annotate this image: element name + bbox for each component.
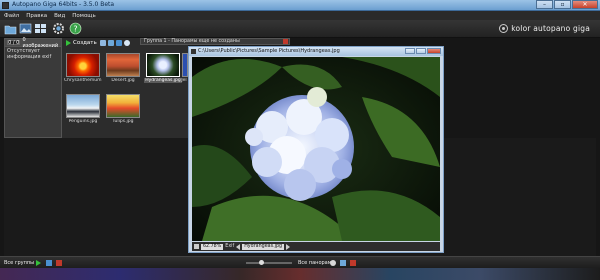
- taskbar-strip: [0, 268, 600, 280]
- brand-name: kolor autopano giga: [511, 24, 590, 33]
- thumbnail-chrysanthemum[interactable]: Chrysanthemum.jpg: [64, 51, 102, 84]
- thumbnail-image: [66, 53, 100, 77]
- group-bar: Группа 1 - Панорамы еще не созданы: [140, 38, 290, 45]
- image-counter: 0 / 0: [7, 40, 21, 46]
- thumbnail-image: [146, 53, 180, 77]
- thumbnail-tulips[interactable]: Tulips.jpg: [104, 92, 142, 125]
- all-groups-label[interactable]: Все группы: [4, 260, 34, 266]
- edit-icon[interactable]: [99, 39, 106, 46]
- grid-icon[interactable]: [34, 22, 47, 35]
- menu-edit[interactable]: Правка: [26, 13, 47, 19]
- brand: kolor autopano giga: [499, 24, 590, 33]
- window-title: Autopano Giga 64bits - 3.5.0 Beta: [12, 1, 115, 8]
- thumbnail-desert[interactable]: Desert.jpg: [104, 51, 142, 84]
- delete-panoramas-icon[interactable]: [350, 260, 356, 266]
- stop-icon[interactable]: [194, 244, 199, 249]
- window-controls: – ▫ ✕: [535, 0, 598, 10]
- image-count-label: 0 изображений: [22, 36, 59, 49]
- group-info-header: 0 / 0 0 изображений: [5, 36, 61, 49]
- viewer-statusbar: 62.78% Exif Hydrangeas.jpg: [192, 242, 440, 251]
- panorama-settings-icon[interactable]: [330, 260, 336, 266]
- thumbnail-penguins[interactable]: Penguins.jpg: [64, 92, 102, 125]
- thumbnail-partial[interactable]: Jel: [180, 51, 188, 84]
- main-toolbar: ? kolor autopano giga: [0, 20, 600, 38]
- help-icon[interactable]: ?: [69, 22, 82, 35]
- menu-bar: Файл Правка Вид Помощь: [0, 11, 600, 20]
- close-button[interactable]: ✕: [572, 0, 598, 9]
- status-bar: Все группы Все панорамы: [0, 256, 600, 268]
- group-info-panel: 0 / 0 0 изображений Отсутствует информац…: [4, 36, 62, 138]
- thumbnail-image: [66, 94, 100, 118]
- images-panel: Создать Chrysanthemum.jpg Desert.jpg Hyd…: [62, 38, 188, 138]
- file-select[interactable]: Hydrangeas.jpg: [242, 243, 285, 250]
- exif-button[interactable]: Exif: [225, 244, 234, 249]
- images-icon[interactable]: [19, 22, 32, 35]
- image-viewer-window: C:\Users\Public\Pictures\Sample Pictures…: [188, 46, 444, 253]
- thumbnail-image: [106, 53, 140, 77]
- menu-view[interactable]: Вид: [54, 13, 65, 19]
- play-icon[interactable]: [66, 39, 71, 46]
- group-close-icon[interactable]: [283, 39, 288, 44]
- svg-text:?: ?: [73, 24, 77, 33]
- settings-small-icon[interactable]: [123, 39, 130, 46]
- exif-info: Отсутствует информация exif: [7, 48, 52, 60]
- delete-groups-icon[interactable]: [56, 260, 62, 266]
- folder-open-icon[interactable]: [4, 22, 17, 35]
- thumbnail-label: Penguins.jpg: [68, 119, 98, 124]
- thumbnail-hydrangeas[interactable]: Hydrangeas.jpg: [144, 51, 182, 84]
- prev-arrow-icon[interactable]: [236, 243, 241, 250]
- viewer-close-button[interactable]: [427, 48, 441, 54]
- viewer-maximize-button[interactable]: [416, 48, 426, 54]
- grid-small-icon[interactable]: [107, 39, 114, 46]
- thumbnail-image: [106, 94, 140, 118]
- title-bar: Autopano Giga 64bits - 3.5.0 Beta – ▫ ✕: [0, 0, 600, 11]
- app-window: Autopano Giga 64bits - 3.5.0 Beta – ▫ ✕ …: [0, 0, 600, 280]
- thumbnail-label: Chrysanthemum.jpg: [64, 78, 102, 83]
- next-arrow-icon[interactable]: [286, 243, 291, 250]
- gear-icon[interactable]: [52, 22, 65, 35]
- thumbnail-label: Jel: [181, 78, 187, 83]
- thumbnail-label: Desert.jpg: [111, 78, 135, 83]
- minimize-button[interactable]: –: [536, 0, 553, 9]
- slider-knob[interactable]: [259, 260, 264, 265]
- viewer-controls: [404, 48, 441, 54]
- app-icon: [2, 2, 9, 9]
- zoom-field[interactable]: 62.78%: [201, 243, 224, 250]
- play-groups-icon[interactable]: [36, 260, 41, 266]
- detect-button[interactable]: Создать: [73, 40, 97, 46]
- thumbnail-label: Hydrangeas.jpg: [144, 78, 182, 83]
- groups-images-icon[interactable]: [46, 260, 52, 266]
- viewer-image: [192, 57, 440, 241]
- images-small-icon[interactable]: [115, 39, 122, 46]
- viewer-title-bar[interactable]: C:\Users\Public\Pictures\Sample Pictures…: [189, 47, 443, 56]
- viewer-app-icon: [191, 49, 196, 54]
- menu-file[interactable]: Файл: [4, 13, 19, 19]
- menu-help[interactable]: Помощь: [72, 13, 95, 19]
- group-label: Группа 1 - Панорамы еще не созданы: [144, 39, 240, 44]
- viewer-file-path: C:\Users\Public\Pictures\Sample Pictures…: [198, 48, 340, 54]
- panorama-render-icon[interactable]: [340, 260, 346, 266]
- thumbnail-size-slider[interactable]: [246, 260, 292, 265]
- thumbnail-label: Tulips.jpg: [112, 119, 134, 124]
- kolor-logo-icon: [499, 24, 509, 33]
- maximize-button[interactable]: ▫: [554, 0, 571, 9]
- viewer-minimize-button[interactable]: [405, 48, 415, 54]
